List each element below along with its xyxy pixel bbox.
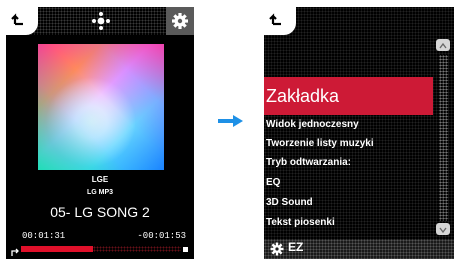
progress-bar[interactable] (21, 246, 181, 252)
menu-item[interactable]: Tworzenie listy muzyki (266, 138, 374, 149)
album-art (38, 44, 164, 170)
song-title: 05- LG SONG 2 (50, 204, 150, 220)
menu-title[interactable]: Zakładka (264, 77, 433, 115)
scrollbar[interactable] (436, 39, 450, 235)
scroll-up-button[interactable] (436, 39, 450, 51)
remaining-time: -00:01:53 (137, 231, 186, 241)
scroll-track[interactable] (439, 55, 448, 221)
progress-fill (21, 246, 93, 252)
menu-item[interactable]: EQ (266, 177, 280, 188)
progress-end-marker (183, 247, 188, 252)
ez-mode-label[interactable]: EZ (288, 240, 303, 254)
back-icon (269, 13, 281, 26)
back-button[interactable] (264, 7, 296, 35)
settings-button[interactable] (166, 7, 194, 35)
player-screen: LGE LG MP3 05- LG SONG 2 00:01:31 -00:01… (6, 7, 194, 259)
scroll-down-button[interactable] (436, 223, 450, 235)
menu-item[interactable]: Tryb odtwarzania: (266, 157, 351, 168)
elapsed-time: 00:01:31 (22, 231, 66, 241)
gear-icon[interactable] (270, 242, 286, 258)
menu-screen: Zakładka Widok jednoczesny Tworzenie lis… (264, 7, 454, 259)
back-button[interactable] (6, 7, 38, 35)
forward-arrow-icon (218, 114, 244, 132)
menu-item[interactable]: 3D Sound (266, 197, 313, 208)
menu-item[interactable]: Tekst piosenki (266, 217, 335, 228)
menu-item[interactable]: Widok jednoczesny (266, 119, 359, 130)
artist-label: LGE (91, 175, 109, 184)
back-icon (11, 13, 23, 26)
move-icon[interactable] (92, 12, 110, 35)
gear-icon (172, 13, 188, 29)
scroll-up-icon (439, 42, 447, 49)
album-label: LG MP3 (86, 189, 114, 196)
scroll-down-icon (439, 227, 447, 234)
repeat-icon[interactable] (10, 244, 20, 259)
